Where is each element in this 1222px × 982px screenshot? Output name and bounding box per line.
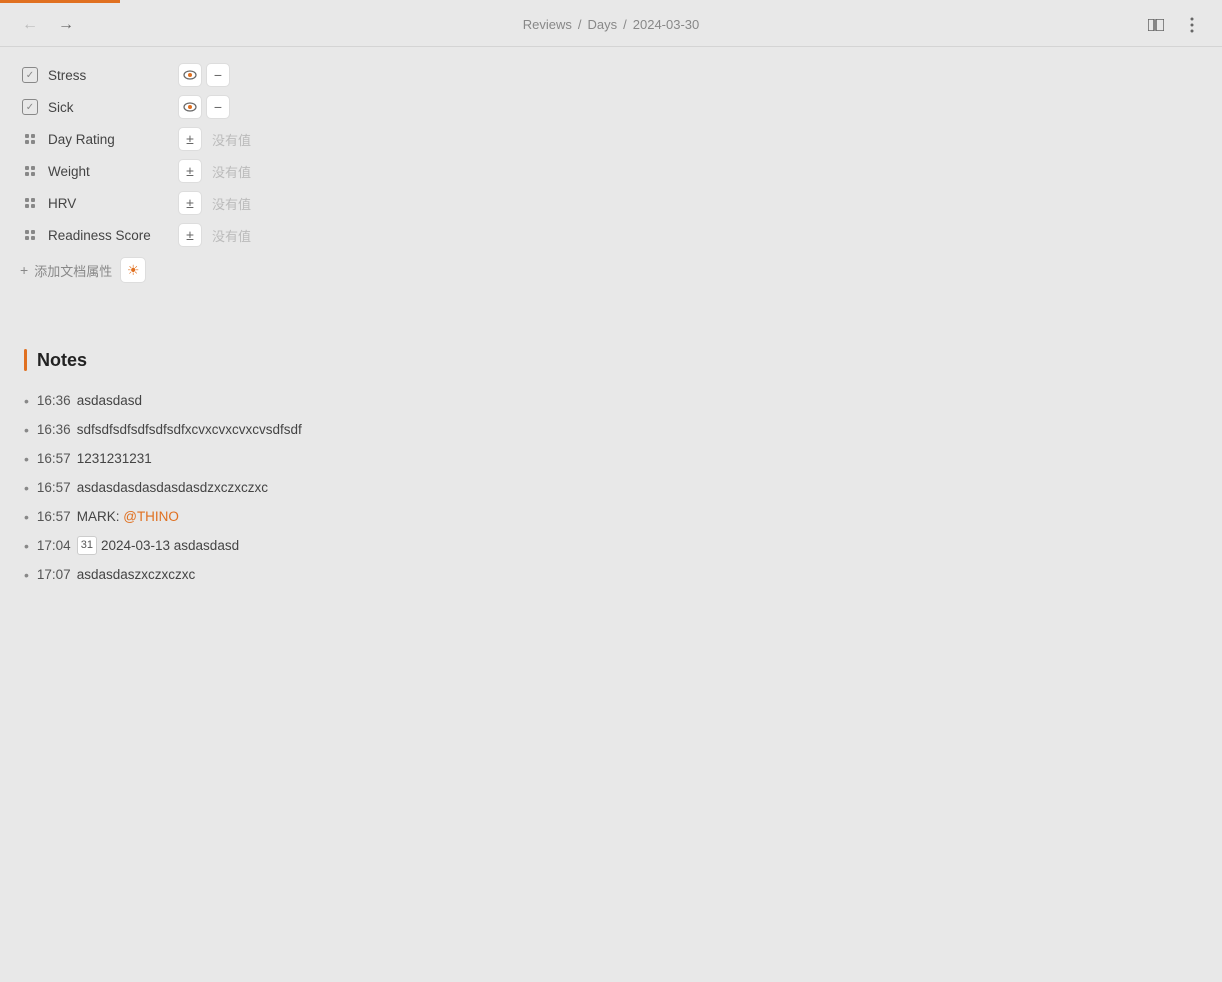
note-time: 16:57 [37, 507, 71, 527]
stress-controls: − [178, 63, 230, 87]
readiness-score-label: Readiness Score [48, 228, 178, 243]
add-property-label: 添加文档属性 [34, 261, 112, 280]
note-bullet: • [24, 420, 29, 441]
readiness-score-type-icon [20, 225, 40, 245]
breadcrumb-reviews[interactable]: Reviews [523, 17, 572, 32]
stress-type-icon: ✓ [20, 65, 40, 85]
checkbox-icon: ✓ [22, 67, 38, 83]
property-stress: ✓ Stress − [20, 59, 1202, 91]
list-item: • 16:57 1231231231 [24, 449, 1198, 470]
notes-header: Notes [24, 349, 1198, 371]
more-options-button[interactable] [1178, 11, 1206, 39]
stress-remove-button[interactable]: − [206, 63, 230, 87]
stress-label: Stress [48, 68, 178, 83]
note-text: asdasdaszxczxczxc [77, 565, 196, 585]
sick-type-icon: ✓ [20, 97, 40, 117]
note-time: 16:57 [37, 478, 71, 498]
note-time: 16:36 [37, 391, 71, 411]
property-weight: Weight ± 没有值 [20, 155, 1202, 187]
note-time: 16:36 [37, 420, 71, 440]
note-bullet: • [24, 565, 29, 586]
property-sick: ✓ Sick − [20, 91, 1202, 123]
notes-accent-bar [24, 349, 27, 371]
date-badge-text: 31 [81, 537, 93, 554]
breadcrumb-days[interactable]: Days [588, 17, 618, 32]
sidebar-toggle-button[interactable] [1142, 11, 1170, 39]
list-item: • 16:36 asdasdasd [24, 391, 1198, 412]
note-prefix: MARK: [77, 507, 120, 527]
back-button[interactable]: ← [16, 11, 44, 39]
day-rating-no-value: 没有值 [212, 130, 251, 149]
breadcrumb-sep-2: / [623, 17, 627, 32]
sun-icon-button[interactable]: ☀ [120, 257, 146, 283]
property-readiness-score: Readiness Score ± 没有值 [20, 219, 1202, 251]
forward-button[interactable]: → [52, 11, 80, 39]
notes-list: • 16:36 asdasdasd • 16:36 sdfsdfsdfsdfsd… [24, 391, 1198, 586]
sick-label: Sick [48, 100, 178, 115]
notes-title: Notes [37, 350, 87, 371]
note-bullet: • [24, 449, 29, 470]
note-bullet: • [24, 507, 29, 528]
stress-eye-button[interactable] [178, 63, 202, 87]
list-item: • 16:57 MARK: @THINO [24, 507, 1198, 528]
property-day-rating: Day Rating ± 没有值 [20, 123, 1202, 155]
top-navigation: ← → Reviews / Days / 2024-03-30 [0, 3, 1222, 47]
list-item: • 17:04 31 2024-03-13 asdasdasd [24, 536, 1198, 557]
list-item: • 17:07 asdasdaszxczxczxc [24, 565, 1198, 586]
hrv-no-value: 没有值 [212, 194, 251, 213]
hrv-label: HRV [48, 196, 178, 211]
note-bullet: • [24, 536, 29, 557]
note-date-full: 2024-03-13 [101, 536, 170, 556]
note-time: 16:57 [37, 449, 71, 469]
sick-controls: − [178, 95, 230, 119]
note-text: asdasdasd [77, 391, 142, 411]
readiness-score-add-button[interactable]: ± [178, 223, 202, 247]
property-hrv: HRV ± 没有值 [20, 187, 1202, 219]
day-rating-controls: ± 没有值 [178, 127, 251, 151]
note-text: sdfsdfsdfsdfsdfsdfxcvxcvxcvxcvsdfsdf [77, 420, 302, 440]
weight-label: Weight [48, 164, 178, 179]
hrv-type-icon [20, 193, 40, 213]
nav-left: ← → [16, 11, 80, 39]
add-plus-icon: + [20, 262, 28, 278]
breadcrumb-date[interactable]: 2024-03-30 [633, 17, 700, 32]
list-item: • 16:57 asdasdasdasdasdasdzxczxczxc [24, 478, 1198, 499]
sick-remove-button[interactable]: − [206, 95, 230, 119]
breadcrumb-sep-1: / [578, 17, 582, 32]
readiness-score-controls: ± 没有值 [178, 223, 251, 247]
day-rating-add-button[interactable]: ± [178, 127, 202, 151]
note-text: 1231231231 [77, 449, 152, 469]
note-text: asdasdasd [174, 536, 239, 556]
sick-eye-button[interactable] [178, 95, 202, 119]
weight-type-icon [20, 161, 40, 181]
weight-controls: ± 没有值 [178, 159, 251, 183]
weight-no-value: 没有值 [212, 162, 251, 181]
readiness-score-no-value: 没有值 [212, 226, 251, 245]
date-badge[interactable]: 31 [77, 536, 97, 555]
note-text: asdasdasdasdasdasdzxczxczxc [77, 478, 268, 498]
breadcrumb: Reviews / Days / 2024-03-30 [523, 17, 700, 32]
note-time: 17:04 [37, 536, 71, 556]
note-time: 17:07 [37, 565, 71, 585]
properties-list: ✓ Stress − ✓ Sick [20, 59, 1202, 289]
notes-section: Notes • 16:36 asdasdasd • 16:36 sdfsdfsd… [20, 349, 1202, 586]
main-content: ✓ Stress − ✓ Sick [0, 47, 1222, 606]
day-rating-label: Day Rating [48, 132, 178, 147]
add-property-row[interactable]: + 添加文档属性 ☀ [20, 251, 1202, 289]
hrv-add-button[interactable]: ± [178, 191, 202, 215]
note-bullet: • [24, 391, 29, 412]
list-item: • 16:36 sdfsdfsdfsdfsdfsdfxcvxcvxcvxcvsd… [24, 420, 1198, 441]
day-rating-type-icon [20, 129, 40, 149]
note-mention-link[interactable]: @THINO [123, 507, 179, 527]
nav-right [1142, 11, 1206, 39]
checkbox-icon: ✓ [22, 99, 38, 115]
hrv-controls: ± 没有值 [178, 191, 251, 215]
weight-add-button[interactable]: ± [178, 159, 202, 183]
note-bullet: • [24, 478, 29, 499]
